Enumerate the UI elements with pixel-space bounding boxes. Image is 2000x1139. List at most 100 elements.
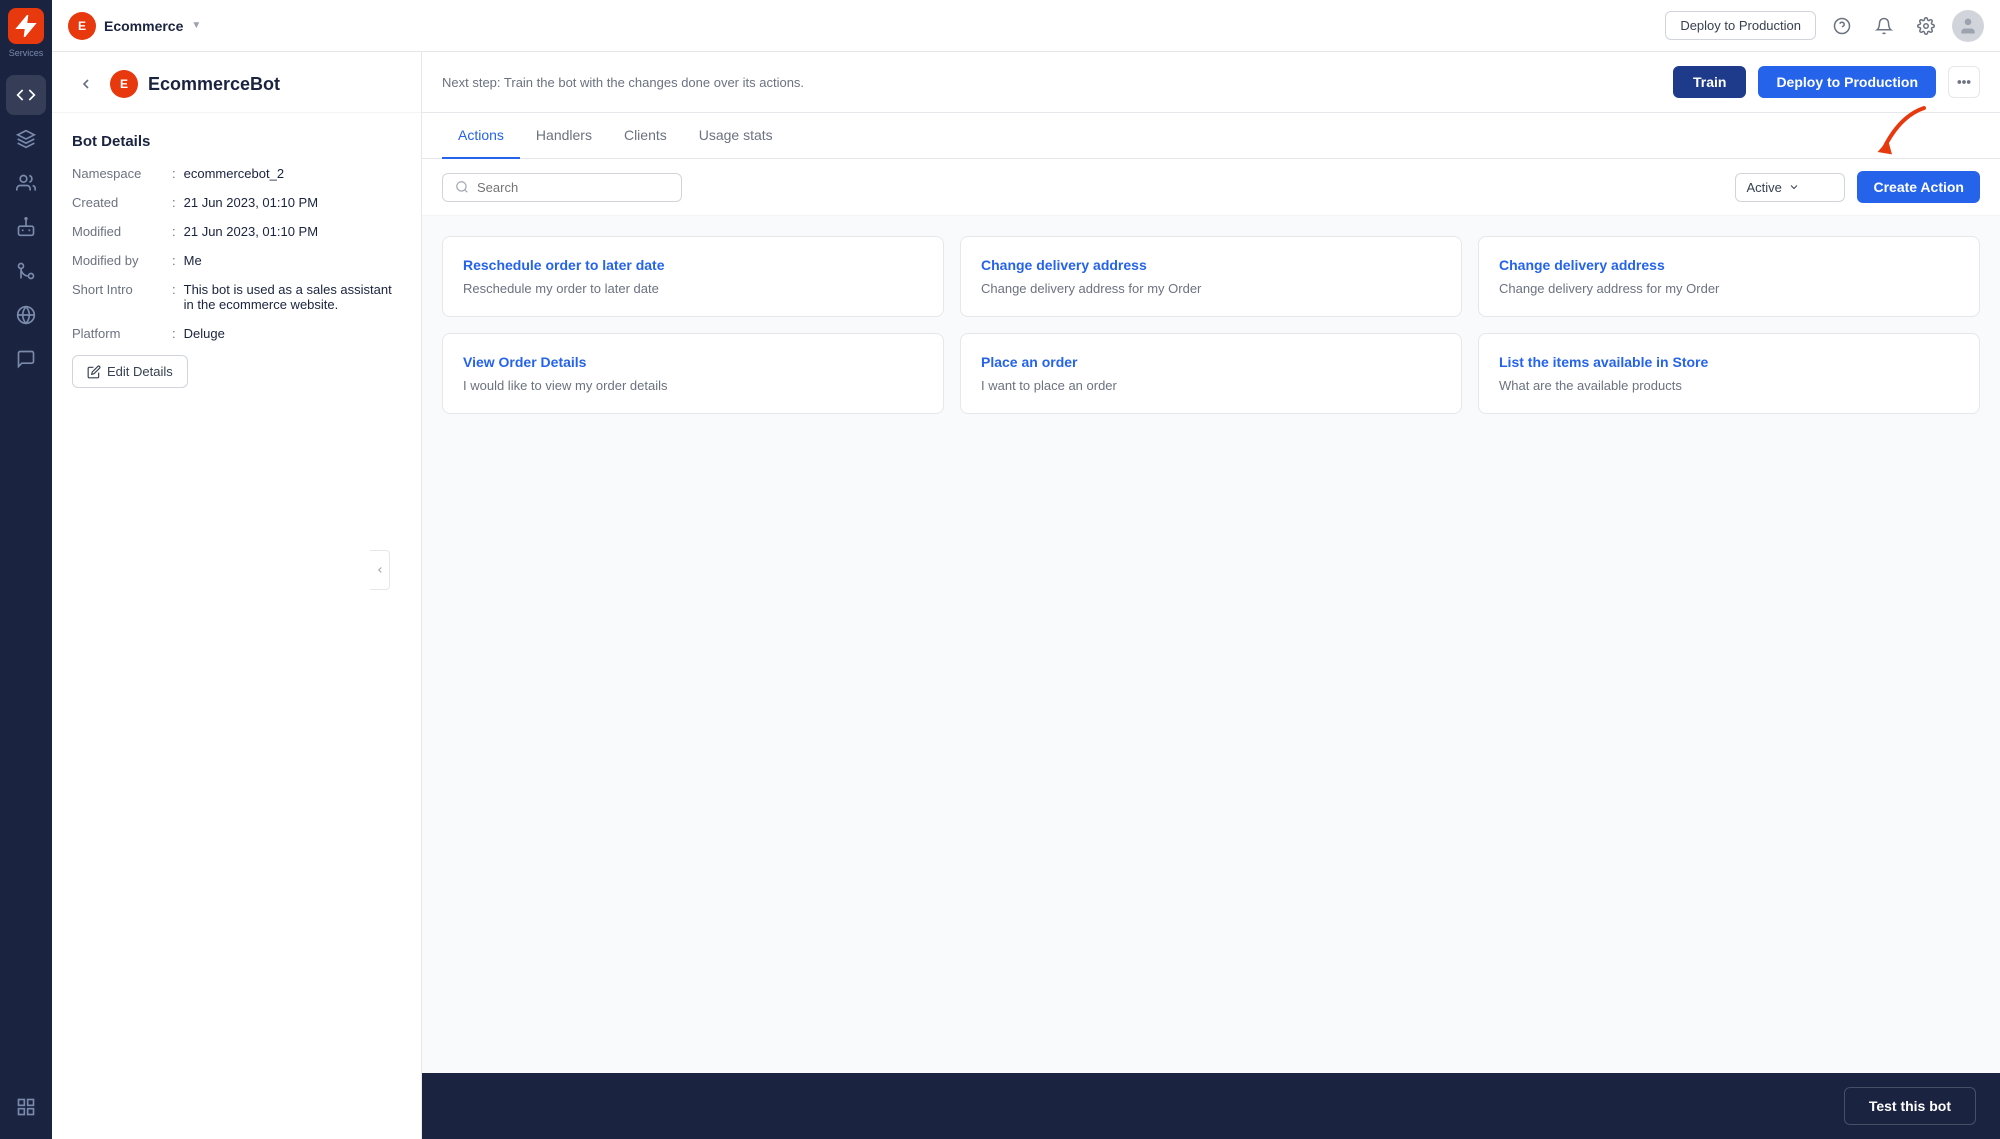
detail-value: Me [184, 253, 202, 268]
app-logo [8, 8, 44, 44]
topbar: E Ecommerce ▼ Deploy to Production [52, 0, 2000, 52]
detail-label: Modified by [72, 253, 172, 268]
detail-label: Created [72, 195, 172, 210]
action-card-desc: Change delivery address for my Order [981, 281, 1441, 296]
detail-label: Modified [72, 224, 172, 239]
action-card[interactable]: View Order Details I would like to view … [442, 333, 944, 414]
detail-label: Platform [72, 326, 172, 341]
actions-grid: Reschedule order to later date Reschedul… [442, 236, 1980, 414]
action-card-desc: I want to place an order [981, 378, 1441, 393]
action-card[interactable]: Place an order I want to place an order [960, 333, 1462, 414]
train-button[interactable]: Train [1673, 66, 1746, 98]
more-options-button[interactable] [1948, 66, 1980, 98]
brand-name: Ecommerce [104, 18, 183, 34]
left-panel: E EcommerceBot Bot Details Namespace : e… [52, 52, 422, 1139]
detail-value: ecommercebot_2 [184, 166, 284, 181]
bell-icon[interactable] [1868, 10, 1900, 42]
detail-value: 21 Jun 2023, 01:10 PM [184, 195, 318, 210]
detail-colon: : [172, 224, 176, 239]
detail-row: Modified by : Me [72, 253, 401, 268]
help-icon[interactable] [1826, 10, 1858, 42]
bot-action-bar: Next step: Train the bot with the change… [422, 52, 2000, 113]
action-card[interactable]: Reschedule order to later date Reschedul… [442, 236, 944, 317]
sidebar-item-layers[interactable] [6, 119, 46, 159]
test-bot-button[interactable]: Test this bot [1844, 1087, 1976, 1125]
detail-colon: : [172, 195, 176, 210]
collapse-panel-toggle[interactable] [370, 550, 390, 590]
detail-value: This bot is used as a sales assistant in… [184, 282, 401, 312]
bot-details-title: Bot Details [72, 133, 401, 150]
filter-bar: Active Create Action [422, 159, 2000, 216]
sidebar-item-git[interactable] [6, 251, 46, 291]
deploy-production-button[interactable]: Deploy to Production [1758, 66, 1936, 98]
sidebar-item-code[interactable] [6, 75, 46, 115]
detail-row: Created : 21 Jun 2023, 01:10 PM [72, 195, 401, 210]
bot-detail-rows: Namespace : ecommercebot_2 Created : 21 … [72, 166, 401, 341]
topbar-actions: Deploy to Production [1665, 10, 1984, 42]
chevron-down-icon [1788, 181, 1800, 193]
sidebar-item-users[interactable] [6, 163, 46, 203]
edit-details-button[interactable]: Edit Details [72, 355, 188, 388]
bot-header: E EcommerceBot [52, 52, 421, 113]
detail-label: Short Intro [72, 282, 172, 312]
sidebar-label: Services [9, 48, 44, 59]
topbar-brand: E Ecommerce ▼ [68, 12, 201, 40]
right-panel: Next step: Train the bot with the change… [422, 52, 2000, 1139]
action-card-title: View Order Details [463, 354, 923, 370]
content-wrapper: E EcommerceBot Bot Details Namespace : e… [52, 52, 2000, 1139]
test-bot-bar: Test this bot [422, 1073, 2000, 1139]
brand-avatar: E [68, 12, 96, 40]
action-card-title: Change delivery address [1499, 257, 1959, 273]
detail-row: Namespace : ecommercebot_2 [72, 166, 401, 181]
sidebar-item-message[interactable] [6, 339, 46, 379]
detail-row: Modified : 21 Jun 2023, 01:10 PM [72, 224, 401, 239]
search-icon [455, 180, 469, 194]
action-card-title: Place an order [981, 354, 1441, 370]
action-card[interactable]: Change delivery address Change delivery … [960, 236, 1462, 317]
icon-rail: Services [0, 0, 52, 1139]
detail-value: 21 Jun 2023, 01:10 PM [184, 224, 318, 239]
back-button[interactable] [72, 70, 100, 98]
status-select[interactable]: Active [1735, 173, 1845, 202]
tab-usage-stats[interactable]: Usage stats [683, 113, 789, 159]
detail-colon: : [172, 166, 176, 181]
next-step-text: Next step: Train the bot with the change… [442, 75, 1661, 90]
tab-clients[interactable]: Clients [608, 113, 683, 159]
detail-colon: : [172, 282, 176, 312]
bot-details-section: Bot Details Namespace : ecommercebot_2 C… [52, 113, 421, 408]
actions-content: Reschedule order to later date Reschedul… [422, 216, 2000, 1073]
action-card-desc: I would like to view my order details [463, 378, 923, 393]
detail-label: Namespace [72, 166, 172, 181]
action-card[interactable]: Change delivery address Change delivery … [1478, 236, 1980, 317]
action-card-title: Change delivery address [981, 257, 1441, 273]
tabs-bar: Actions Handlers Clients Usage stats [422, 113, 2000, 159]
sidebar-item-grid[interactable] [6, 1087, 46, 1127]
detail-value: Deluge [184, 326, 225, 341]
detail-colon: : [172, 326, 176, 341]
action-card-desc: Reschedule my order to later date [463, 281, 923, 296]
bot-avatar: E [110, 70, 138, 98]
detail-row: Short Intro : This bot is used as a sale… [72, 282, 401, 312]
create-action-button[interactable]: Create Action [1857, 171, 1980, 203]
tab-handlers[interactable]: Handlers [520, 113, 608, 159]
chevron-down-icon[interactable]: ▼ [191, 20, 201, 31]
main-area: E Ecommerce ▼ Deploy to Production [52, 0, 2000, 1139]
action-card-desc: What are the available products [1499, 378, 1959, 393]
search-box [442, 173, 682, 202]
sidebar-item-bots[interactable] [6, 207, 46, 247]
gear-icon[interactable] [1910, 10, 1942, 42]
topbar-deploy-button[interactable]: Deploy to Production [1665, 11, 1816, 40]
search-input[interactable] [477, 180, 669, 195]
detail-row: Platform : Deluge [72, 326, 401, 341]
action-card-desc: Change delivery address for my Order [1499, 281, 1959, 296]
user-avatar[interactable] [1952, 10, 1984, 42]
bot-name: EcommerceBot [148, 74, 280, 95]
sidebar-item-globe[interactable] [6, 295, 46, 335]
action-card-title: Reschedule order to later date [463, 257, 923, 273]
action-card-title: List the items available in Store [1499, 354, 1959, 370]
action-card[interactable]: List the items available in Store What a… [1478, 333, 1980, 414]
detail-colon: : [172, 253, 176, 268]
status-label: Active [1746, 180, 1781, 195]
tab-actions[interactable]: Actions [442, 113, 520, 159]
edit-details-label: Edit Details [107, 364, 173, 379]
